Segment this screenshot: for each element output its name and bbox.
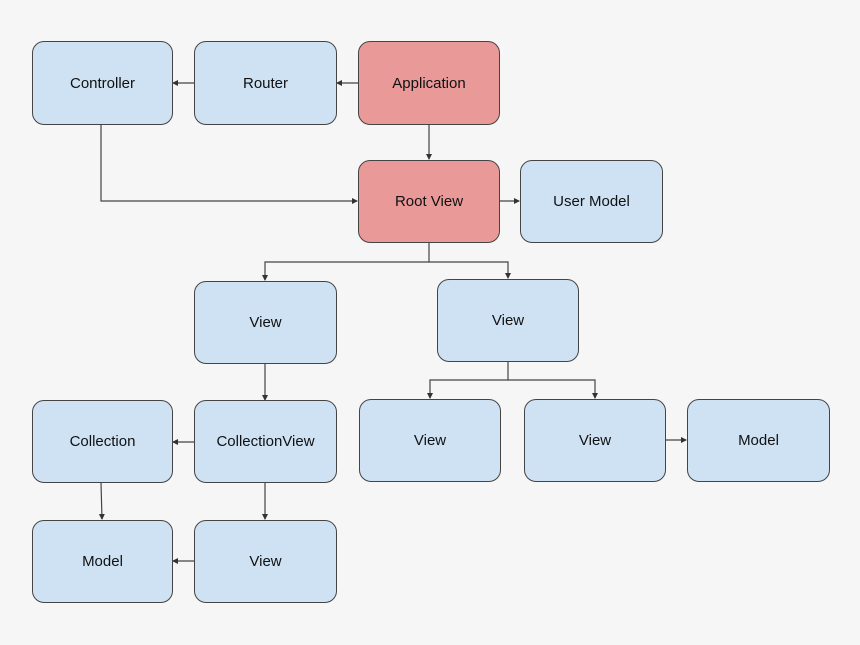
node-router[interactable]: Router — [194, 41, 337, 125]
node-collection[interactable]: Collection — [32, 400, 173, 483]
node-view-child-b[interactable]: View — [524, 399, 666, 482]
edge-root-view-view-right — [429, 261, 511, 279]
node-controller[interactable]: Controller — [32, 41, 173, 125]
node-collection-view[interactable]: CollectionView — [194, 400, 337, 483]
edge-view-right-view-child-a — [427, 362, 509, 399]
edge-collection-model-left — [98, 482, 105, 520]
edge-controller-root-view — [100, 124, 358, 204]
node-model-left[interactable]: Model — [32, 520, 173, 603]
edge-root-view-view-left — [262, 242, 430, 281]
node-view-bottom[interactable]: View — [194, 520, 337, 603]
node-application[interactable]: Application — [358, 41, 500, 125]
node-model-right[interactable]: Model — [687, 399, 830, 482]
node-user-model[interactable]: User Model — [520, 160, 663, 243]
node-view-child-a[interactable]: View — [359, 399, 501, 482]
node-view-right[interactable]: View — [437, 279, 579, 362]
edge-view-right-view-child-b — [508, 379, 598, 399]
node-view-left[interactable]: View — [194, 281, 337, 364]
node-root-view[interactable]: Root View — [358, 160, 500, 243]
